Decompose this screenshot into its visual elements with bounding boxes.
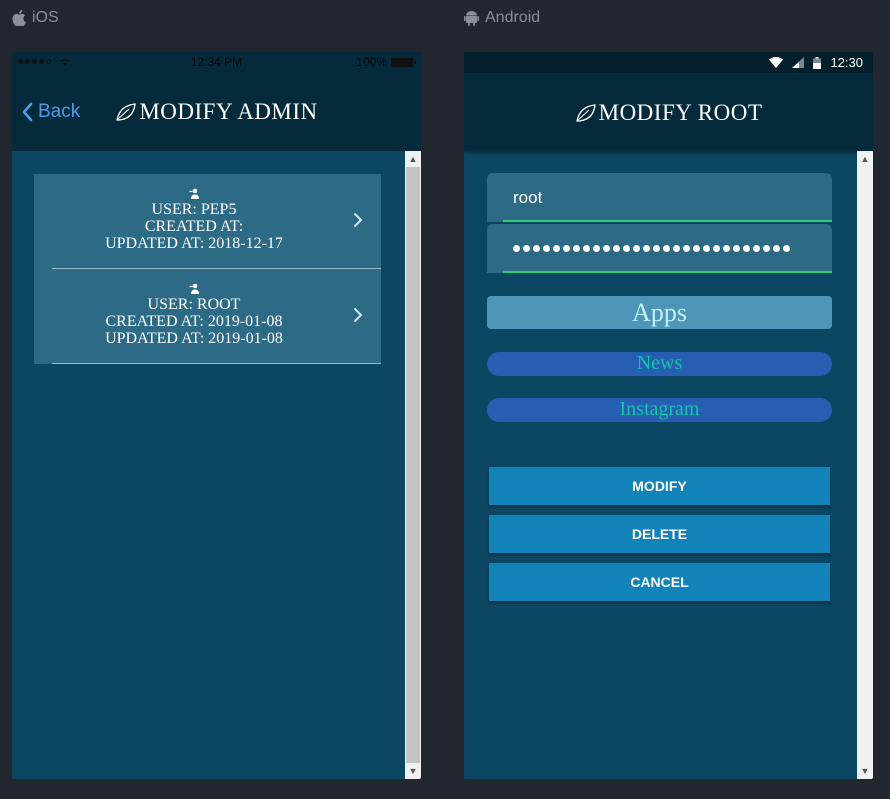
android-platform-label: Android xyxy=(464,9,540,27)
username-field[interactable]: root xyxy=(487,173,832,222)
ios-battery: 100% xyxy=(356,55,416,69)
password-dot xyxy=(783,245,790,252)
apple-icon xyxy=(12,10,26,26)
battery-icon xyxy=(391,57,416,67)
password-dot xyxy=(713,245,720,252)
scroll-up-arrow[interactable]: ▲ xyxy=(405,151,421,167)
ios-screen: 12:34 PM 100% Back MODIFY ADMIN USER: PE… xyxy=(12,52,421,779)
android-icon xyxy=(464,11,479,26)
password-field[interactable] xyxy=(487,224,832,273)
password-dot xyxy=(603,245,610,252)
ios-status-bar: 12:34 PM 100% xyxy=(12,52,421,72)
password-dot xyxy=(613,245,620,252)
battery-icon xyxy=(813,56,822,69)
username-value: root xyxy=(513,188,543,207)
android-status-time: 12:30 xyxy=(830,55,863,70)
delete-button[interactable]: DELETE xyxy=(489,515,830,553)
password-dot xyxy=(703,245,710,252)
admin-user: USER: ROOT xyxy=(147,296,241,313)
scrollbar[interactable]: ▲ ▼ xyxy=(405,151,421,779)
ios-label-text: iOS xyxy=(32,9,59,26)
admin-user: USER: PEP5 xyxy=(151,201,237,218)
password-dot xyxy=(733,245,740,252)
password-dot xyxy=(623,245,630,252)
android-label-text: Android xyxy=(485,9,541,26)
list-item[interactable]: USER: ROOT CREATED AT: 2019-01-08 UPDATE… xyxy=(34,269,381,364)
modify-button[interactable]: MODIFY xyxy=(489,467,830,505)
password-dot xyxy=(663,245,670,252)
password-dot xyxy=(653,245,660,252)
scroll-down-arrow[interactable]: ▼ xyxy=(857,763,873,779)
page-title: MODIFY ROOT xyxy=(464,100,873,126)
instagram-button[interactable]: Instagram xyxy=(487,398,832,422)
password-dot xyxy=(513,245,520,252)
password-mask xyxy=(513,239,790,252)
leaf-icon xyxy=(116,103,137,121)
ios-header: Back MODIFY ADMIN xyxy=(12,72,421,151)
password-dot xyxy=(693,245,700,252)
cancel-button[interactable]: CANCEL xyxy=(489,563,830,601)
scroll-up-arrow[interactable]: ▲ xyxy=(857,151,873,167)
password-dot xyxy=(723,245,730,252)
password-dot xyxy=(633,245,640,252)
wifi-icon xyxy=(769,57,784,68)
password-dot xyxy=(573,245,580,252)
page-title: MODIFY ADMIN xyxy=(12,99,421,125)
password-dot xyxy=(763,245,770,252)
android-status-bar: 12:30 xyxy=(464,52,873,73)
password-dot xyxy=(683,245,690,252)
password-dot xyxy=(543,245,550,252)
admin-updated: UPDATED AT: 2018-12-17 xyxy=(105,235,283,252)
ios-platform-label: iOS xyxy=(12,9,59,27)
admin-list: USER: PEP5 CREATED AT: UPDATED AT: 2018-… xyxy=(34,174,381,364)
page-title-text: MODIFY ROOT xyxy=(598,100,763,125)
password-dot xyxy=(773,245,780,252)
password-dot xyxy=(533,245,540,252)
password-dot xyxy=(583,245,590,252)
password-dot xyxy=(563,245,570,252)
password-dot xyxy=(673,245,680,252)
admin-created: CREATED AT: 2019-01-08 xyxy=(105,313,283,330)
admin-created: CREATED AT: xyxy=(144,218,244,235)
page-title-text: MODIFY ADMIN xyxy=(139,99,318,124)
android-screen: 12:30 MODIFY ROOT root Apps News Instagr… xyxy=(464,52,873,779)
apps-button[interactable]: Apps xyxy=(487,296,832,329)
password-dot xyxy=(553,245,560,252)
chevron-right-icon xyxy=(354,213,363,227)
password-dot xyxy=(743,245,750,252)
scroll-down-arrow[interactable]: ▼ xyxy=(405,763,421,779)
admin-updated: UPDATED AT: 2019-01-08 xyxy=(105,330,283,347)
scrollbar[interactable]: ▲ ▼ xyxy=(857,151,873,779)
ios-battery-percent: 100% xyxy=(356,55,387,69)
password-dot xyxy=(753,245,760,252)
list-item[interactable]: USER: PEP5 CREATED AT: UPDATED AT: 2018-… xyxy=(34,174,381,269)
list-divider xyxy=(52,363,381,364)
field-underline xyxy=(503,271,832,273)
leaf-icon xyxy=(575,104,596,122)
field-underline xyxy=(503,220,832,222)
signal-icon xyxy=(792,57,805,68)
password-dot xyxy=(593,245,600,252)
password-dot xyxy=(523,245,530,252)
scroll-thumb[interactable] xyxy=(406,167,420,763)
user-icon xyxy=(189,188,199,199)
chevron-right-icon xyxy=(354,308,363,322)
password-dot xyxy=(643,245,650,252)
android-header: MODIFY ROOT xyxy=(464,73,873,151)
user-icon xyxy=(189,283,199,294)
news-button[interactable]: News xyxy=(487,352,832,376)
